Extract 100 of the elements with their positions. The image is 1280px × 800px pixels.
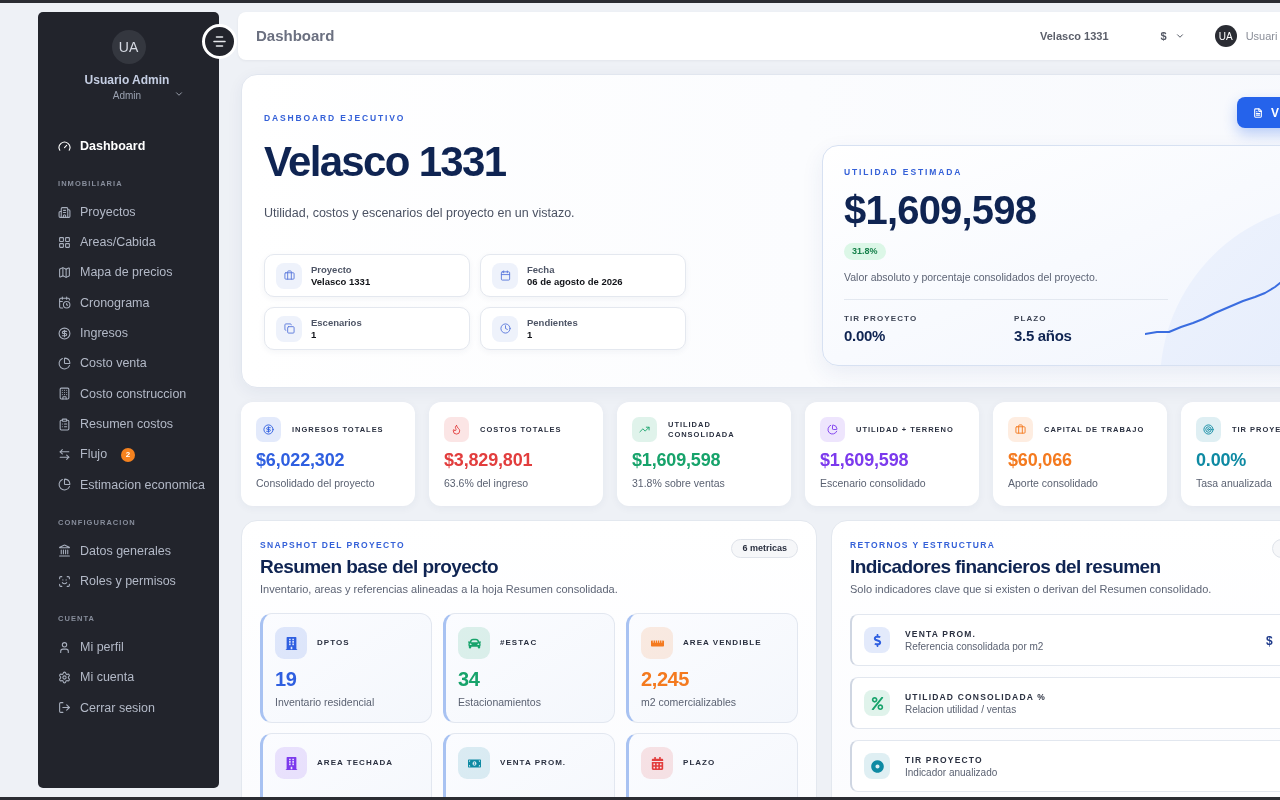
nav-item[interactable]: Cronograma (58, 293, 150, 313)
chevron-down-icon[interactable] (174, 89, 185, 99)
building-icon (275, 627, 307, 659)
metric-note: Estacionamientos (458, 695, 541, 709)
dollar-icon (864, 627, 890, 653)
building-icon (275, 747, 307, 779)
map-icon (58, 266, 71, 280)
fact-value: 1 (311, 328, 317, 341)
target-icon (1196, 417, 1221, 442)
nav-item[interactable]: Resumen costos (58, 414, 174, 435)
profit-value: $1,609,598 (844, 188, 1037, 232)
page-title: Dashboard (256, 27, 335, 44)
dollar-circle-icon (58, 326, 71, 340)
indicator-label: TIR PROYECTO (905, 753, 983, 766)
fact-value: 06 de agosto de 2026 (527, 275, 623, 288)
nav-item[interactable]: Proyectos (58, 202, 136, 222)
file-icon (1253, 107, 1263, 118)
indicator-note: Referencia consolidada por m2 (905, 639, 1044, 653)
calendar-icon (492, 262, 518, 289)
kpi-value: $1,609,598 (632, 449, 721, 471)
kpi-value: $60,066 (1008, 449, 1072, 471)
nav-item[interactable]: Cerrar sesion (58, 697, 156, 718)
count-badge: 2 (121, 447, 136, 462)
nav-item[interactable]: Mi cuenta (58, 667, 135, 688)
hero-subtitle: Utilidad, costos y escenarios del proyecto en un vistazo. (264, 205, 575, 221)
fact-label: Fecha (527, 263, 555, 276)
copy-icon (276, 315, 302, 342)
ruler-icon (641, 627, 673, 659)
eyebrow-label: SNAPSHOT DEL PROYECTO (260, 539, 405, 551)
user-role: Admin (112, 90, 142, 102)
chevron-down-icon (1174, 31, 1185, 41)
metric-count-badge: 6 metricas (731, 539, 798, 558)
metric-label: VENTA PROM. (500, 757, 567, 769)
briefcase-icon (1008, 417, 1033, 442)
metric-label: PLAZO (683, 757, 716, 769)
currency-select[interactable]: $ (1160, 27, 1185, 45)
metric-value: 34 (458, 667, 480, 691)
briefcase-icon (276, 262, 302, 289)
eyebrow-label: UTILIDAD ESTIMADA (844, 166, 963, 178)
kpi-value: $3,829,801 (444, 449, 533, 471)
nav-item[interactable]: Estimacion economica (58, 474, 206, 495)
nav-item[interactable]: Ingresos (58, 323, 128, 344)
logout-icon (58, 701, 71, 715)
percent-badge: 31.8% (844, 243, 886, 260)
card-title: Indicadores financieros del resumen (850, 555, 1161, 579)
fact-label: Escenarios (311, 316, 362, 329)
project-name: Velasco 1331 (1040, 28, 1109, 44)
indicator-note: Indicador anualizado (905, 765, 998, 779)
calendar-clock-icon (58, 296, 71, 310)
metric-value: 2,245 (641, 667, 690, 691)
kpi-value: $6,022,302 (256, 449, 345, 471)
percent-icon (864, 690, 890, 716)
report-button[interactable]: V (1237, 97, 1280, 128)
kpi-note: Aporte consolidado (1008, 476, 1098, 490)
calendar-icon (641, 747, 673, 779)
kpi-note: Consolidado del proyecto (256, 476, 375, 490)
target-icon (864, 753, 890, 779)
kpi-value: $1,609,598 (820, 449, 909, 471)
scan-face-icon (58, 574, 71, 588)
user-avatar[interactable]: UA (1214, 25, 1237, 47)
flame-icon (444, 417, 469, 442)
stat-label: PLAZO (1014, 313, 1047, 325)
metric-label: DPTOS (317, 637, 350, 649)
bank-icon (58, 544, 71, 558)
clipboard-icon (58, 417, 71, 431)
metric-label: #ESTAC (500, 637, 538, 649)
card-title: Resumen base del proyecto (260, 555, 499, 579)
fact-value: 1 (527, 328, 533, 341)
nav-item[interactable]: Flujo 2 (58, 444, 136, 465)
nav-item[interactable]: Datos generales (58, 540, 172, 561)
user-icon (58, 640, 71, 654)
stat-value: 0.00% (844, 327, 886, 345)
kpi-note: 31.8% sobre ventas (632, 476, 725, 490)
building-icon (58, 387, 71, 401)
nav-item[interactable]: Mi perfil (58, 637, 124, 658)
nav-item[interactable]: Mapa de precios (58, 262, 173, 283)
kpi-note: Escenario consolidado (820, 476, 926, 490)
gauge-icon (58, 139, 71, 153)
user-name: Usuari (1245, 28, 1278, 44)
nav-item[interactable]: Costo construccion (58, 383, 187, 404)
project-title: Velasco 1331 (264, 140, 506, 184)
fact-label: Pendientes (527, 316, 578, 329)
metric-value: 19 (275, 667, 297, 691)
eyebrow-label: RETORNOS Y ESTRUCTURA (850, 539, 996, 551)
metric-label: AREA TECHADA (317, 757, 394, 769)
indicator-label: UTILIDAD CONSOLIDADA % (905, 690, 1047, 703)
kpi-note: Tasa anualizada (1196, 476, 1272, 490)
user-name: Usuario Admin (84, 72, 170, 88)
kpi-value: 0.00% (1196, 449, 1247, 471)
nav-item[interactable]: Dashboard (58, 136, 146, 156)
indicator-value: $ (1266, 634, 1273, 648)
nav-item[interactable]: Roles y permisos (58, 571, 176, 592)
nav-item[interactable]: Areas/Cabida (58, 232, 156, 253)
user-avatar[interactable]: UA (111, 30, 146, 64)
arrows-icon (58, 448, 71, 462)
metric-note: m2 comercializables (641, 695, 737, 709)
pie-chart-icon (58, 357, 71, 371)
nav-item[interactable]: Costo venta (58, 353, 147, 374)
indicator-note: Relacion utilidad / ventas (905, 702, 1017, 716)
stat-value: 3.5 años (1014, 327, 1072, 345)
